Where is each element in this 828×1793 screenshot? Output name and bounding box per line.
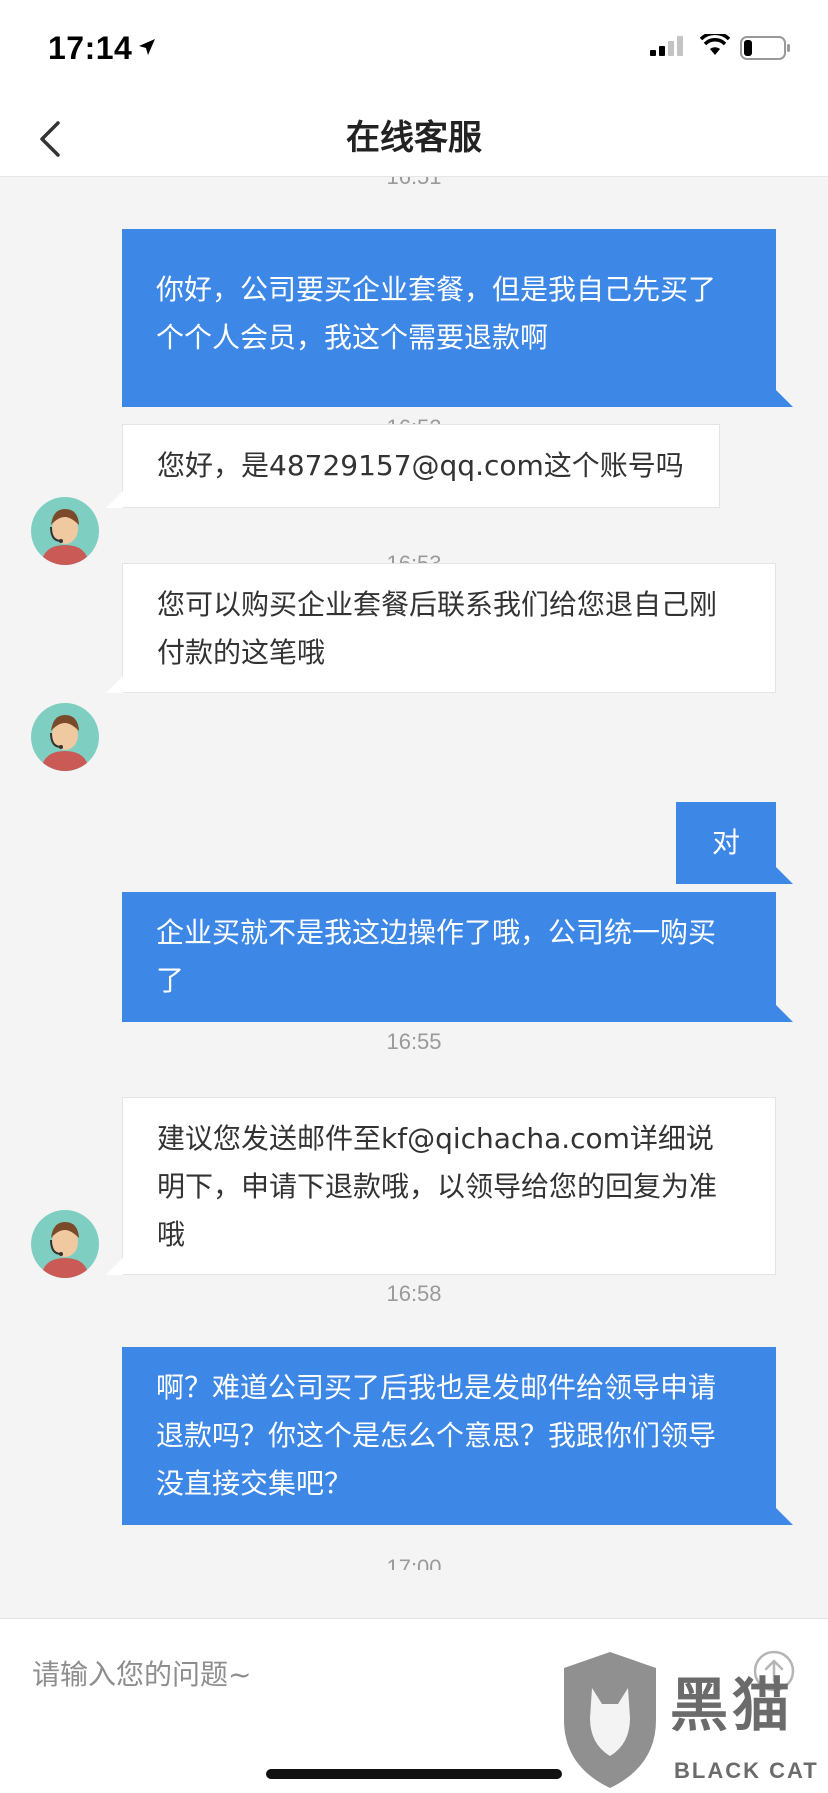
- user-message-bubble[interactable]: 对: [676, 802, 793, 884]
- home-indicator[interactable]: [266, 1769, 562, 1779]
- message-text: 企业买就不是我这边操作了哦，公司统一购买了: [156, 916, 717, 997]
- message-input[interactable]: [32, 1651, 632, 1697]
- watermark-logo-text: 黑猫: [670, 1671, 795, 1739]
- message-text: 您好，是48729157@qq.com这个账号吗: [157, 449, 684, 482]
- agent-message-bubble[interactable]: 建议您发送邮件至kf@qichacha.com详细说明下，申请下退款哦，以领导给…: [106, 1097, 776, 1275]
- status-time: 17:14: [48, 30, 133, 66]
- chat-message-list[interactable]: 16:51 你好，公司要买企业套餐，但是我自己先买了个个人会员，我这个需要退款啊…: [0, 177, 828, 1570]
- watermark-sub-text: BLACK CAT: [674, 1758, 819, 1783]
- agent-message-bubble[interactable]: 您可以购买企业套餐后联系我们给您退自己刚付款的这笔哦: [106, 563, 776, 693]
- message-timestamp: 16:58: [386, 1281, 442, 1306]
- cellular-signal-icon: [650, 36, 683, 56]
- agent-message-bubble[interactable]: 您好，是48729157@qq.com这个账号吗: [106, 424, 720, 508]
- message-text: 对: [711, 826, 740, 859]
- message-text: 啊？难道公司买了后我也是发邮件给领导申请退款吗？你这个是怎么个意思？我跟你们领导…: [156, 1371, 717, 1500]
- user-message-bubble[interactable]: 企业买就不是我这边操作了哦，公司统一购买了: [122, 892, 793, 1022]
- wifi-icon: [700, 34, 730, 55]
- location-arrow-icon: [139, 39, 155, 55]
- message-timestamp: 16:51: [0, 177, 828, 190]
- message-timestamp: 16:55: [386, 1029, 442, 1054]
- status-bar: 17:14: [0, 0, 828, 100]
- agent-avatar: [31, 703, 99, 771]
- battery-icon: [740, 36, 790, 60]
- blackcat-watermark: 黑猫 BLACK CAT: [556, 1648, 828, 1792]
- blackcat-shield-logo-icon: [564, 1652, 656, 1788]
- message-text: 你好，公司要买企业套餐，但是我自己先买了个个人会员，我这个需要退款啊: [156, 273, 717, 354]
- user-message-bubble[interactable]: 啊？难道公司买了后我也是发邮件给领导申请退款吗？你这个是怎么个意思？我跟你们领导…: [122, 1347, 793, 1525]
- support-agent-avatar-icon: [31, 1210, 99, 1278]
- nav-bar: 在线客服: [0, 100, 828, 177]
- page-title: 在线客服: [346, 118, 482, 158]
- user-message-bubble[interactable]: 你好，公司要买企业套餐，但是我自己先买了个个人会员，我这个需要退款啊: [122, 229, 793, 407]
- support-agent-avatar-icon: [31, 703, 99, 771]
- message-text: 建议您发送邮件至kf@qichacha.com详细说明下，申请下退款哦，以领导给…: [157, 1122, 718, 1251]
- message-text: 您可以购买企业套餐后联系我们给您退自己刚付款的这笔哦: [157, 588, 718, 669]
- agent-avatar: [31, 1210, 99, 1278]
- message-timestamp: 17:00: [386, 1555, 442, 1570]
